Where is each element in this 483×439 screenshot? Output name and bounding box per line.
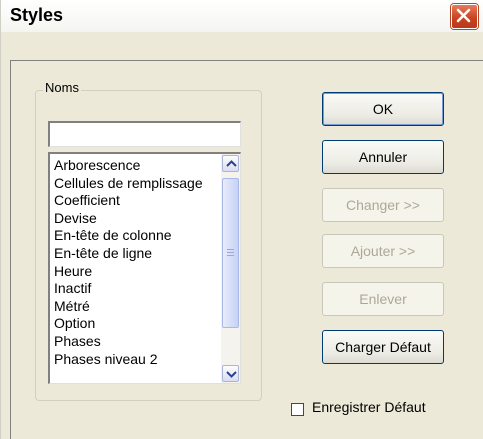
- list-item[interactable]: Option: [54, 315, 224, 333]
- list-item[interactable]: Métré: [54, 298, 224, 316]
- list-item[interactable]: Phases: [54, 333, 224, 351]
- styles-listbox[interactable]: Arborescence Cellules de remplissage Coe…: [48, 152, 241, 384]
- list-item[interactable]: Cellules de remplissage: [54, 175, 224, 193]
- scroll-up-arrow-icon: [226, 160, 237, 167]
- window-title: Styles: [10, 5, 64, 25]
- list-item[interactable]: Arborescence: [54, 157, 224, 175]
- name-input[interactable]: [48, 121, 241, 147]
- names-group-label: Noms: [43, 80, 81, 95]
- list-item[interactable]: Phases niveau 2: [54, 351, 224, 369]
- scroll-grip-icon: [227, 249, 234, 256]
- list-item[interactable]: En-tête de ligne: [54, 245, 224, 263]
- add-button[interactable]: Ajouter >>: [322, 234, 444, 268]
- list-item[interactable]: Coefficient: [54, 192, 224, 210]
- vertical-scrollbar[interactable]: [221, 154, 240, 383]
- styles-dialog: Styles Noms Arborescence Cellules de rem…: [0, 0, 483, 439]
- save-default-checkbox[interactable]: [291, 403, 304, 416]
- list-item[interactable]: Devise: [54, 210, 224, 228]
- scroll-down-button[interactable]: [222, 365, 239, 382]
- cancel-button[interactable]: Annuler: [322, 140, 444, 174]
- title-bar[interactable]: Styles: [1, 0, 483, 32]
- scroll-down-arrow-icon: [226, 371, 237, 378]
- list-items: Arborescence Cellules de remplissage Coe…: [54, 157, 224, 368]
- remove-button[interactable]: Enlever: [322, 282, 444, 316]
- ok-button[interactable]: OK: [322, 92, 444, 126]
- scroll-thumb[interactable]: [222, 178, 239, 328]
- close-button[interactable]: [451, 4, 478, 29]
- save-default-label[interactable]: Enregistrer Défaut: [312, 399, 426, 415]
- scroll-up-button[interactable]: [222, 155, 239, 172]
- list-item[interactable]: Inactif: [54, 280, 224, 298]
- change-button[interactable]: Changer >>: [322, 188, 444, 222]
- list-item[interactable]: Heure: [54, 263, 224, 281]
- list-item[interactable]: En-tête de colonne: [54, 227, 224, 245]
- load-default-button[interactable]: Charger Défaut: [322, 330, 444, 364]
- close-icon: [456, 8, 471, 23]
